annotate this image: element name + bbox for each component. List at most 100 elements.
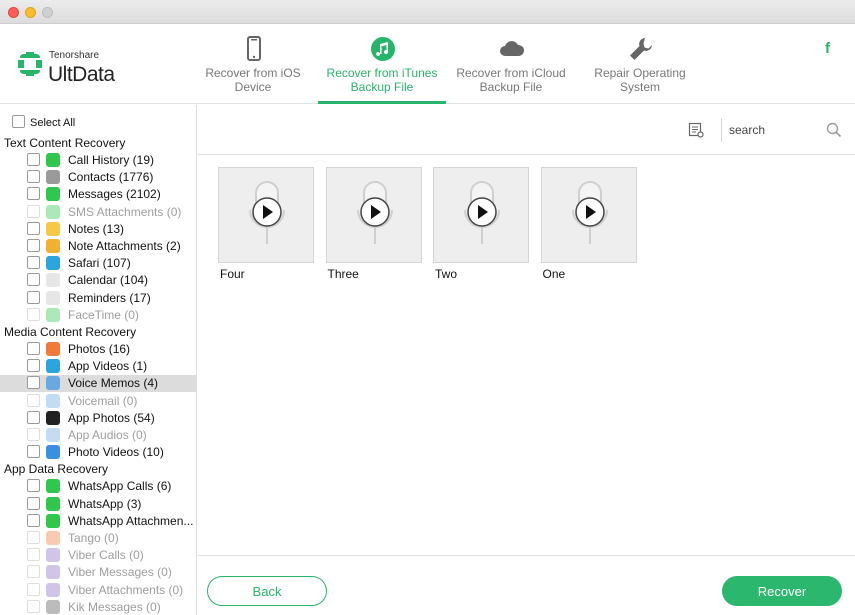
paperclip-icon <box>46 239 60 253</box>
recover-button[interactable]: Recover <box>722 576 842 606</box>
item-checkbox[interactable] <box>27 410 40 424</box>
active-tab-indicator <box>318 101 446 104</box>
photo-videos-icon <box>46 445 60 460</box>
select-all-checkbox[interactable] <box>12 115 25 128</box>
tab-recover-ios-device[interactable]: Recover from iOS Device <box>189 24 317 104</box>
sidebar-item[interactable]: Photos (16) <box>0 341 197 358</box>
play-microphone-icon[interactable] <box>242 180 292 248</box>
voice-memo-thumbnail[interactable] <box>433 167 529 263</box>
tab-repair-operating-system[interactable]: Repair Operating System <box>576 24 704 104</box>
sidebar-item-label: WhatsApp Attachmen... <box>68 513 194 528</box>
sidebar-item[interactable]: WhatsApp (3) <box>0 496 197 513</box>
sidebar-item[interactable]: Notes (13) <box>0 221 197 238</box>
search-icon[interactable] <box>826 122 842 138</box>
section-header: Media Content Recovery <box>4 325 137 339</box>
whatsapp-icon <box>46 496 60 511</box>
sidebar-item-label: Viber Calls (0) <box>68 548 144 563</box>
item-checkbox[interactable] <box>27 479 40 493</box>
minimize-window-button[interactable] <box>25 7 36 18</box>
voice-memo-card[interactable]: Two <box>433 167 529 285</box>
facebook-icon[interactable]: f <box>825 40 830 57</box>
app-header: Tenorshare UltData Recover from iOS Devi… <box>0 24 855 104</box>
contacts-icon <box>46 170 60 185</box>
item-checkbox[interactable] <box>27 496 40 510</box>
tab-recover-icloud-backup[interactable]: Recover from iCloud Backup File <box>447 24 575 104</box>
zoom-window-button[interactable] <box>42 7 53 18</box>
voice-memo-card[interactable]: Four <box>218 167 314 285</box>
tango-icon <box>46 531 60 545</box>
sidebar-item[interactable]: Voice Memos (4) <box>0 375 197 393</box>
item-checkbox <box>27 393 40 407</box>
item-checkbox[interactable] <box>27 342 40 355</box>
sidebar-item-label: Reminders (17) <box>68 290 151 305</box>
sidebar-item: Voicemail (0) <box>0 393 197 410</box>
category-sidebar: Select All Text Content Recovery Call His… <box>0 105 197 615</box>
tab-label: Recover from iOS <box>205 66 301 80</box>
sidebar-item[interactable]: Contacts (1776) <box>0 169 197 186</box>
item-checkbox[interactable] <box>27 273 40 287</box>
voice-memo-card[interactable]: Three <box>325 167 422 285</box>
item-checkbox[interactable] <box>27 170 40 184</box>
sidebar-item-label: Voicemail (0) <box>68 393 138 408</box>
select-all-row[interactable]: Select All <box>0 111 197 131</box>
sidebar-item[interactable]: Photo Videos (10) <box>0 444 197 461</box>
voice-memo-card[interactable]: One <box>540 167 637 285</box>
app-videos-icon <box>46 359 60 374</box>
display-settings-icon[interactable] <box>688 122 704 138</box>
app-photos-icon <box>46 410 60 425</box>
sidebar-item[interactable]: Reminders (17) <box>0 290 197 307</box>
tab-recover-itunes-backup[interactable]: Recover from iTunes Backup File <box>318 24 446 104</box>
sidebar-item-label: Call History (19) <box>68 153 155 167</box>
voice-memo-grid: Four Three Two One <box>198 155 855 555</box>
content-toolbar <box>198 105 855 155</box>
tab-label: Recover from iCloud <box>456 66 566 80</box>
back-button[interactable]: Back <box>207 576 327 606</box>
item-checkbox[interactable] <box>27 376 40 390</box>
item-checkbox[interactable] <box>27 153 40 166</box>
item-checkbox <box>27 531 40 544</box>
sidebar-item-label: Tango (0) <box>68 531 119 545</box>
play-microphone-icon[interactable] <box>565 180 615 248</box>
sidebar-item[interactable]: Call History (19) <box>0 152 197 169</box>
sidebar-item[interactable]: Calendar (104) <box>0 272 197 289</box>
search-input[interactable] <box>729 119 819 141</box>
play-microphone-icon[interactable] <box>457 180 507 248</box>
sidebar-item[interactable]: WhatsApp Attachmen... <box>0 513 197 530</box>
play-microphone-icon[interactable] <box>350 180 400 248</box>
sidebar-item-label: Voice Memos (4) <box>68 376 159 391</box>
sidebar-item[interactable]: Messages (2102) <box>0 186 197 203</box>
sidebar-item[interactable]: WhatsApp Calls (6) <box>0 478 197 495</box>
app-audios-icon <box>46 428 60 442</box>
item-checkbox[interactable] <box>27 256 40 270</box>
sidebar-item-label: App Audios (0) <box>68 428 147 442</box>
item-checkbox <box>27 204 40 218</box>
close-window-button[interactable] <box>8 7 19 18</box>
item-checkbox[interactable] <box>27 290 40 304</box>
sidebar-item[interactable]: Safari (107) <box>0 255 197 272</box>
voice-memo-thumbnail[interactable] <box>540 167 637 263</box>
voice-memo-thumbnail[interactable] <box>325 167 422 263</box>
sidebar-item[interactable]: App Videos (1) <box>0 358 197 375</box>
brand-name: UltData <box>48 63 115 86</box>
ultdata-logo-icon <box>18 52 42 76</box>
reminders-icon <box>46 290 60 305</box>
sidebar-item-label: Viber Messages (0) <box>68 565 172 580</box>
item-checkbox[interactable] <box>27 239 40 252</box>
voice-memo-name: Three <box>327 267 359 281</box>
select-all-label: Select All <box>30 117 76 129</box>
item-checkbox[interactable] <box>27 445 40 459</box>
sidebar-item-label: Photo Videos (10) <box>68 445 164 460</box>
item-checkbox[interactable] <box>27 221 40 235</box>
item-checkbox[interactable] <box>27 513 40 527</box>
sidebar-item-label: Contacts (1776) <box>68 170 154 185</box>
sidebar-item-label: Viber Attachments (0) <box>68 582 184 597</box>
sidebar-item-label: Messages (2102) <box>68 187 161 202</box>
item-checkbox[interactable] <box>27 359 40 373</box>
sidebar-item[interactable]: Note Attachments (2) <box>0 238 197 255</box>
tab-label: Backup File <box>479 80 543 94</box>
category-list[interactable]: Select All Text Content Recovery Call His… <box>0 107 197 615</box>
sidebar-item[interactable]: App Photos (54) <box>0 410 197 427</box>
item-checkbox[interactable] <box>27 187 40 201</box>
messages-icon <box>46 187 60 202</box>
voice-memo-thumbnail[interactable] <box>218 167 314 263</box>
